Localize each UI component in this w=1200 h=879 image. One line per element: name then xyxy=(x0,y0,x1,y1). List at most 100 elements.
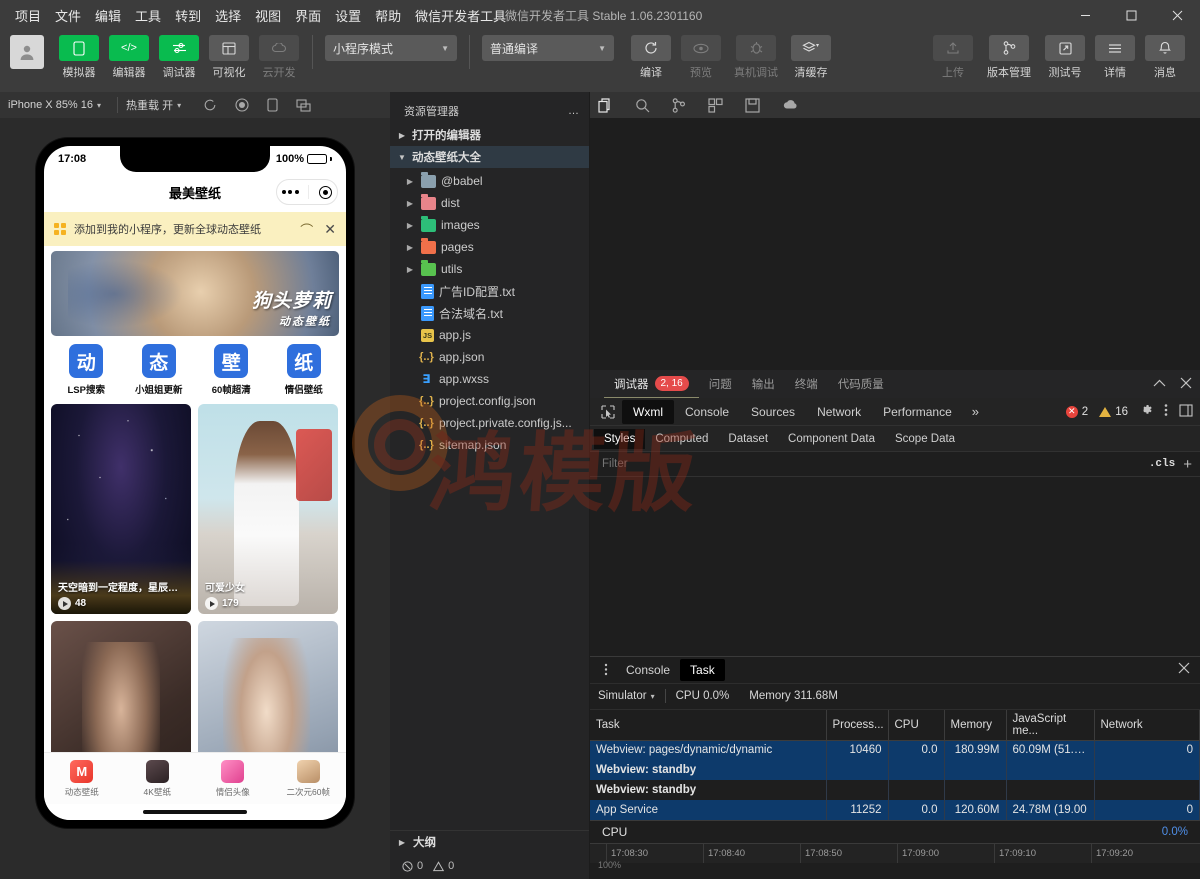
element-picker-icon[interactable] xyxy=(594,400,622,424)
styles-tab-computed[interactable]: Computed xyxy=(645,429,718,449)
toolbar-preview[interactable]: 预览 xyxy=(679,35,723,80)
toolbar-cloud[interactable]: 云开发 xyxy=(257,35,301,80)
toolbar-visualize[interactable]: 可视化 xyxy=(207,35,251,80)
toolbar-realdevice[interactable]: 真机调试 xyxy=(729,35,783,80)
problem-counts[interactable]: 0 0 xyxy=(390,853,589,879)
devtools-tab-wxml[interactable]: Wxml xyxy=(622,399,674,424)
menu-item-edit[interactable]: 编辑 xyxy=(88,2,128,29)
styles-tab-component-data[interactable]: Component Data xyxy=(778,429,885,449)
toolbar-testid[interactable]: 测试号 xyxy=(1043,35,1087,80)
menu-item-devtools[interactable]: 微信开发者工具 xyxy=(408,2,513,29)
quick-entry-60fps[interactable]: 壁 60帧超清 xyxy=(195,344,268,396)
panel-tab-output[interactable]: 输出 xyxy=(742,370,785,398)
table-row[interactable]: Webview: standby xyxy=(590,760,1200,780)
gear-icon[interactable] xyxy=(1139,403,1153,420)
devtools-tab-performance[interactable]: Performance xyxy=(872,400,963,424)
devtools-tab-console[interactable]: Console xyxy=(674,400,740,424)
panel-tab-debugger[interactable]: 调试器 2, 16 xyxy=(604,370,699,398)
record-icon[interactable] xyxy=(235,98,249,112)
device-select[interactable]: iPhone X 85% 16 ▾ xyxy=(8,99,109,111)
minimize-button[interactable] xyxy=(1062,0,1108,30)
toolbar-message[interactable]: 消息 xyxy=(1143,35,1187,80)
tree-item-app-js[interactable]: JS app.js xyxy=(390,324,589,346)
wechat-capsule[interactable] xyxy=(276,179,338,205)
mode-select[interactable]: 小程序模式 ▼ xyxy=(325,35,457,61)
toolbar-version[interactable]: 版本管理 xyxy=(981,35,1037,80)
devtools-more-tabs-icon[interactable]: » xyxy=(963,404,988,419)
code-editor-area[interactable] xyxy=(590,118,1200,396)
filter-input[interactable] xyxy=(602,458,1141,470)
dock-icon[interactable] xyxy=(1179,403,1194,420)
task-source-select[interactable]: Simulator ▾ xyxy=(598,690,665,702)
menu-item-interface[interactable]: 界面 xyxy=(288,2,328,29)
section-project-root[interactable]: ▼ 动态壁纸大全 xyxy=(390,146,589,168)
tab-couple-avatar[interactable]: 情侣头像 xyxy=(195,759,271,798)
menu-item-tools[interactable]: 工具 xyxy=(128,2,168,29)
table-row[interactable]: App Service 11252 0.0 120.60M 24.78M (19… xyxy=(590,800,1200,820)
drawer-kebab-icon[interactable] xyxy=(596,663,616,676)
styles-content-pane[interactable] xyxy=(590,477,1200,656)
table-row[interactable]: Webview: standby xyxy=(590,780,1200,800)
close-button[interactable] xyxy=(1154,0,1200,30)
toolbar-detail[interactable]: 详情 xyxy=(1093,35,1137,80)
tab-4k-wallpaper[interactable]: 4K壁纸 xyxy=(120,759,196,798)
hotreload-select[interactable]: 热重载 开 ▾ xyxy=(126,97,189,113)
save-icon[interactable] xyxy=(745,97,760,113)
tree-item-project-config[interactable]: {..} project.config.json xyxy=(390,390,589,412)
maximize-button[interactable] xyxy=(1108,0,1154,30)
tree-item-project-private-config[interactable]: {..} project.private.config.js... xyxy=(390,412,589,434)
devtools-tab-network[interactable]: Network xyxy=(806,400,872,424)
wallpaper-card[interactable] xyxy=(51,621,191,752)
quick-entry-update[interactable]: 态 小姐姐更新 xyxy=(123,344,196,396)
panel-tab-problems[interactable]: 问题 xyxy=(699,370,742,398)
hero-banner[interactable]: 狗头萝莉 动态壁纸 xyxy=(51,251,339,336)
menu-item-file[interactable]: 文件 xyxy=(48,2,88,29)
tree-item-app-json[interactable]: {..} app.json xyxy=(390,346,589,368)
multiwindow-icon[interactable] xyxy=(296,98,311,112)
collapse-panel-icon[interactable] xyxy=(1153,377,1166,391)
menu-item-settings[interactable]: 设置 xyxy=(328,2,368,29)
toolbar-editor[interactable]: </> 编辑器 xyxy=(107,35,151,80)
files-icon[interactable] xyxy=(598,97,613,113)
styles-tab-scope-data[interactable]: Scope Data xyxy=(885,429,965,449)
refresh-icon[interactable] xyxy=(203,98,217,112)
kebab-icon[interactable] xyxy=(1164,403,1168,420)
add-to-favorites-banner[interactable]: 添加到我的小程序，更新全球动态壁纸 ⌒ ✕ xyxy=(44,212,346,246)
file-tree[interactable]: ▶ @babel ▶ dist ▶ images ▶ pages ▶ utils… xyxy=(390,168,589,830)
panel-tab-terminal[interactable]: 终端 xyxy=(785,370,828,398)
avatar[interactable] xyxy=(10,35,44,69)
explorer-more-icon[interactable]: … xyxy=(568,105,579,117)
rotate-icon[interactable] xyxy=(267,98,278,112)
cls-button[interactable]: .cls xyxy=(1141,458,1183,470)
add-rule-button[interactable]: + xyxy=(1183,456,1192,473)
table-row[interactable]: Webview: pages/dynamic/dynamic 10460 0.0… xyxy=(590,740,1200,760)
tab-dynamic-wallpaper[interactable]: 动态壁纸 xyxy=(44,759,120,798)
banner-close-icon[interactable]: ✕ xyxy=(320,221,336,238)
drawer-tab-console[interactable]: Console xyxy=(616,659,680,681)
tree-item-utils[interactable]: ▶ utils xyxy=(390,258,589,280)
tree-item-pages[interactable]: ▶ pages xyxy=(390,236,589,258)
close-panel-icon[interactable] xyxy=(1180,377,1192,392)
toolbar-upload[interactable]: 上传 xyxy=(931,35,975,80)
tree-item-ad-config-txt[interactable]: 广告ID配置.txt xyxy=(390,280,589,302)
tree-item-images[interactable]: ▶ images xyxy=(390,214,589,236)
tab-anime-60fps[interactable]: 二次元60帧 xyxy=(271,759,347,798)
toolbar-simulator[interactable]: 模拟器 xyxy=(57,35,101,80)
tree-item-domain-txt[interactable]: 合法域名.txt xyxy=(390,302,589,324)
menu-item-view[interactable]: 视图 xyxy=(248,2,288,29)
compile-select[interactable]: 普通编译 ▼ xyxy=(482,35,614,61)
toolbar-clearcache[interactable]: ▾ 清缓存 xyxy=(789,35,833,80)
drawer-close-icon[interactable] xyxy=(1178,662,1190,677)
quick-entry-couple[interactable]: 纸 情侣壁纸 xyxy=(268,344,341,396)
devtools-warning-count[interactable]: 16 xyxy=(1099,406,1128,418)
section-outline[interactable]: ▶ 大纲 xyxy=(390,831,589,853)
search-icon[interactable] xyxy=(635,98,650,113)
wallpaper-card[interactable]: 可爱少女 179 xyxy=(198,404,338,614)
wallpaper-card[interactable]: 天空暗到一定程度，星辰就… 48 xyxy=(51,404,191,614)
toolbar-compile[interactable]: 编译 xyxy=(629,35,673,80)
devtools-tab-sources[interactable]: Sources xyxy=(740,400,806,424)
phone-content-scroll[interactable]: 狗头萝莉 动态壁纸 动 LSP搜索 态 小姐姐更新 壁 60帧超清 纸 情侣壁纸… xyxy=(44,246,346,752)
cloud-icon[interactable] xyxy=(782,99,799,111)
extensions-icon[interactable] xyxy=(708,97,723,113)
styles-tab-styles[interactable]: Styles xyxy=(594,428,646,449)
